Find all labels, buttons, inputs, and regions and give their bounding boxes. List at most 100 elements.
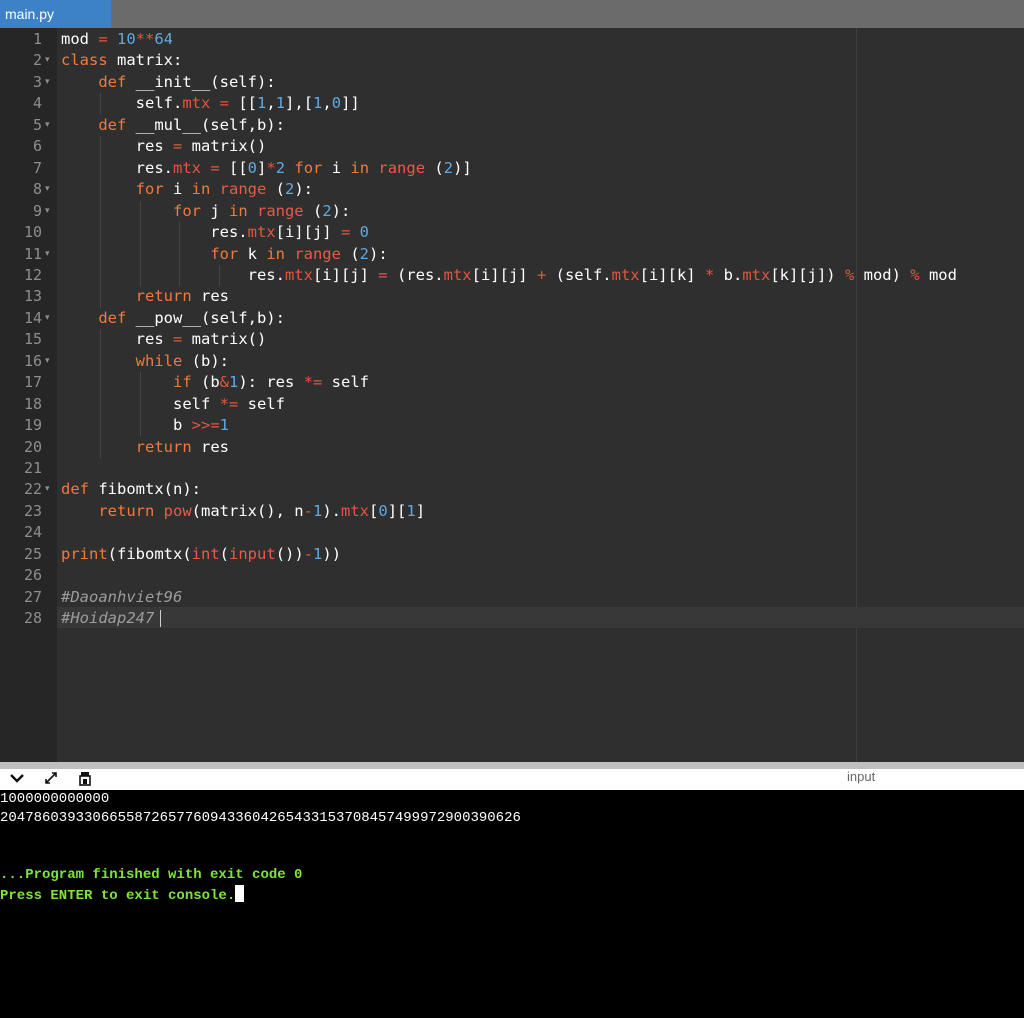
- code-line: 24: [0, 522, 1024, 543]
- line-number: 26: [23, 566, 42, 585]
- line-number: 13: [23, 287, 42, 306]
- code-line: 3 ▾ def __init__(self):: [0, 72, 1024, 93]
- code-line: 16 ▾ while (b):: [0, 351, 1024, 372]
- code-editor[interactable]: 1 mod = 10**64 2 ▾ class matrix: 3 ▾ def __ini…: [0, 28, 1024, 762]
- line-number: 27: [23, 587, 42, 606]
- fold-toggle-icon[interactable]: ▾: [45, 72, 50, 93]
- line-number: 11: [23, 244, 42, 263]
- fold-toggle-icon[interactable]: ▾: [45, 244, 50, 265]
- code-line: 28 #Hoidap247: [0, 608, 1024, 629]
- console-program-output: 2047860393306655872657760943360426543315…: [0, 810, 521, 826]
- panel-splitter[interactable]: [0, 762, 1024, 769]
- line-number: 17: [23, 373, 42, 392]
- line-number: 3: [32, 72, 42, 91]
- code-line: 6 res = matrix(): [0, 136, 1024, 157]
- console-prompt-text: Press ENTER to exit console.: [0, 888, 236, 904]
- code-line: 23 return pow(matrix(), n-1).mtx[0][1]: [0, 501, 1024, 522]
- expand-arrows-icon[interactable]: [43, 771, 59, 790]
- input-tab-label[interactable]: input: [847, 769, 875, 785]
- line-number: 24: [23, 523, 42, 542]
- fold-toggle-icon[interactable]: ▾: [45, 179, 50, 200]
- code-text: def __init__(self):: [98, 72, 276, 91]
- line-number: 10: [23, 223, 42, 242]
- line-number: 2: [32, 51, 42, 70]
- code-text: res.mtx[i][j] = (res.mtx[i][j] + (self.m…: [61, 265, 957, 284]
- line-number: 6: [32, 137, 42, 156]
- output-console[interactable]: 1000000000000 20478603933066558726577609…: [0, 790, 1024, 1018]
- line-number: 8: [32, 180, 42, 199]
- fold-toggle-icon[interactable]: ▾: [45, 115, 50, 136]
- line-number: 22: [23, 480, 42, 499]
- text-cursor: [160, 610, 161, 627]
- console-cursor: [235, 885, 245, 902]
- code-text: if (b&1): res *= self: [172, 373, 370, 392]
- code-text: return pow(matrix(), n-1).mtx[0][1]: [98, 501, 426, 520]
- fold-toggle-icon[interactable]: ▾: [45, 479, 50, 500]
- code-line: 25 print(fibomtx(int(input())-1)): [0, 544, 1024, 565]
- code-text: class matrix:: [61, 51, 183, 70]
- line-number: 7: [32, 158, 42, 177]
- code-text: #Hoidap247: [61, 609, 155, 628]
- code-text: res.mtx[i][j] = 0: [61, 223, 369, 242]
- code-text: return res: [135, 287, 229, 306]
- code-text: b >>=1: [61, 416, 229, 435]
- code-text: self *= self: [61, 394, 285, 413]
- code-line: 20 return res: [0, 437, 1024, 458]
- code-line: 14 ▾ def __pow__(self,b):: [0, 308, 1024, 329]
- line-number: 23: [23, 501, 42, 520]
- line-number: 20: [23, 437, 42, 456]
- console-input-echo: 1000000000000: [0, 791, 110, 807]
- code-line: 12 res.mtx[i][j] = (res.mtx[i][j] + (sel…: [0, 265, 1024, 286]
- fold-toggle-icon[interactable]: ▾: [45, 201, 50, 222]
- code-line: 17 if (b&1): res *= self: [0, 372, 1024, 393]
- line-number: 12: [23, 265, 42, 284]
- code-text: def __pow__(self,b):: [98, 308, 285, 327]
- code-line: 18 self *= self: [0, 394, 1024, 415]
- line-number: 25: [23, 544, 42, 563]
- line-number: 16: [23, 351, 42, 370]
- file-tab-main-py[interactable]: main.py: [0, 0, 111, 28]
- fold-toggle-icon[interactable]: ▾: [45, 308, 50, 329]
- code-line: 2 ▾ class matrix:: [0, 50, 1024, 71]
- line-number: 28: [23, 609, 42, 628]
- code-line: 26: [0, 565, 1024, 586]
- line-number: 14: [23, 308, 42, 327]
- code-line: 19 b >>=1: [0, 415, 1024, 436]
- code-line: 7 res.mtx = [[0]*2 for i in range (2)]: [0, 158, 1024, 179]
- tab-bar: main.py: [0, 0, 1024, 28]
- code-text: res = matrix(): [61, 137, 267, 156]
- fold-toggle-icon[interactable]: ▾: [45, 50, 50, 71]
- code-line: 8 ▾ for i in range (2):: [0, 179, 1024, 200]
- code-text: for j in range (2):: [172, 201, 351, 220]
- code-text: for i in range (2):: [135, 180, 314, 199]
- code-line: 13 return res: [0, 286, 1024, 307]
- code-text: print(fibomtx(int(input())-1)): [61, 544, 342, 563]
- code-line: 1 mod = 10**64: [0, 29, 1024, 50]
- console-prompt-line: Press ENTER to exit console.: [0, 885, 245, 906]
- console-exit-status: ...Program finished with exit code 0: [0, 867, 303, 883]
- code-text: def __mul__(self,b):: [98, 115, 285, 134]
- code-line: 5 ▾ def __mul__(self,b):: [0, 115, 1024, 136]
- line-number: 19: [23, 416, 42, 435]
- code-text: self.mtx = [[1,1],[1,0]]: [61, 94, 360, 113]
- line-number: 5: [32, 115, 42, 134]
- code-line: 11 ▾ for k in range (2):: [0, 244, 1024, 265]
- line-number: 4: [32, 94, 42, 113]
- clear-console-icon[interactable]: [77, 771, 93, 791]
- fold-toggle-icon[interactable]: ▾: [45, 351, 50, 372]
- line-number: 18: [23, 394, 42, 413]
- line-number: 21: [23, 459, 42, 477]
- console-toolbar: input: [0, 769, 1024, 790]
- code-line: 4 self.mtx = [[1,1],[1,0]]: [0, 93, 1024, 114]
- code-text: def fibomtx(n):: [61, 480, 201, 499]
- code-line: 22 ▾ def fibomtx(n):: [0, 479, 1024, 500]
- code-text: mod = 10**64: [61, 30, 174, 48]
- code-text: res.mtx = [[0]*2 for i in range (2)]: [61, 158, 472, 177]
- line-number: 15: [23, 330, 42, 349]
- code-text: while (b):: [135, 351, 229, 370]
- code-line: 9 ▾ for j in range (2):: [0, 201, 1024, 222]
- chevron-down-icon[interactable]: [9, 771, 25, 790]
- code-line: 15 res = matrix(): [0, 329, 1024, 350]
- code-text: res = matrix(): [61, 330, 267, 349]
- line-number: 9: [32, 201, 42, 220]
